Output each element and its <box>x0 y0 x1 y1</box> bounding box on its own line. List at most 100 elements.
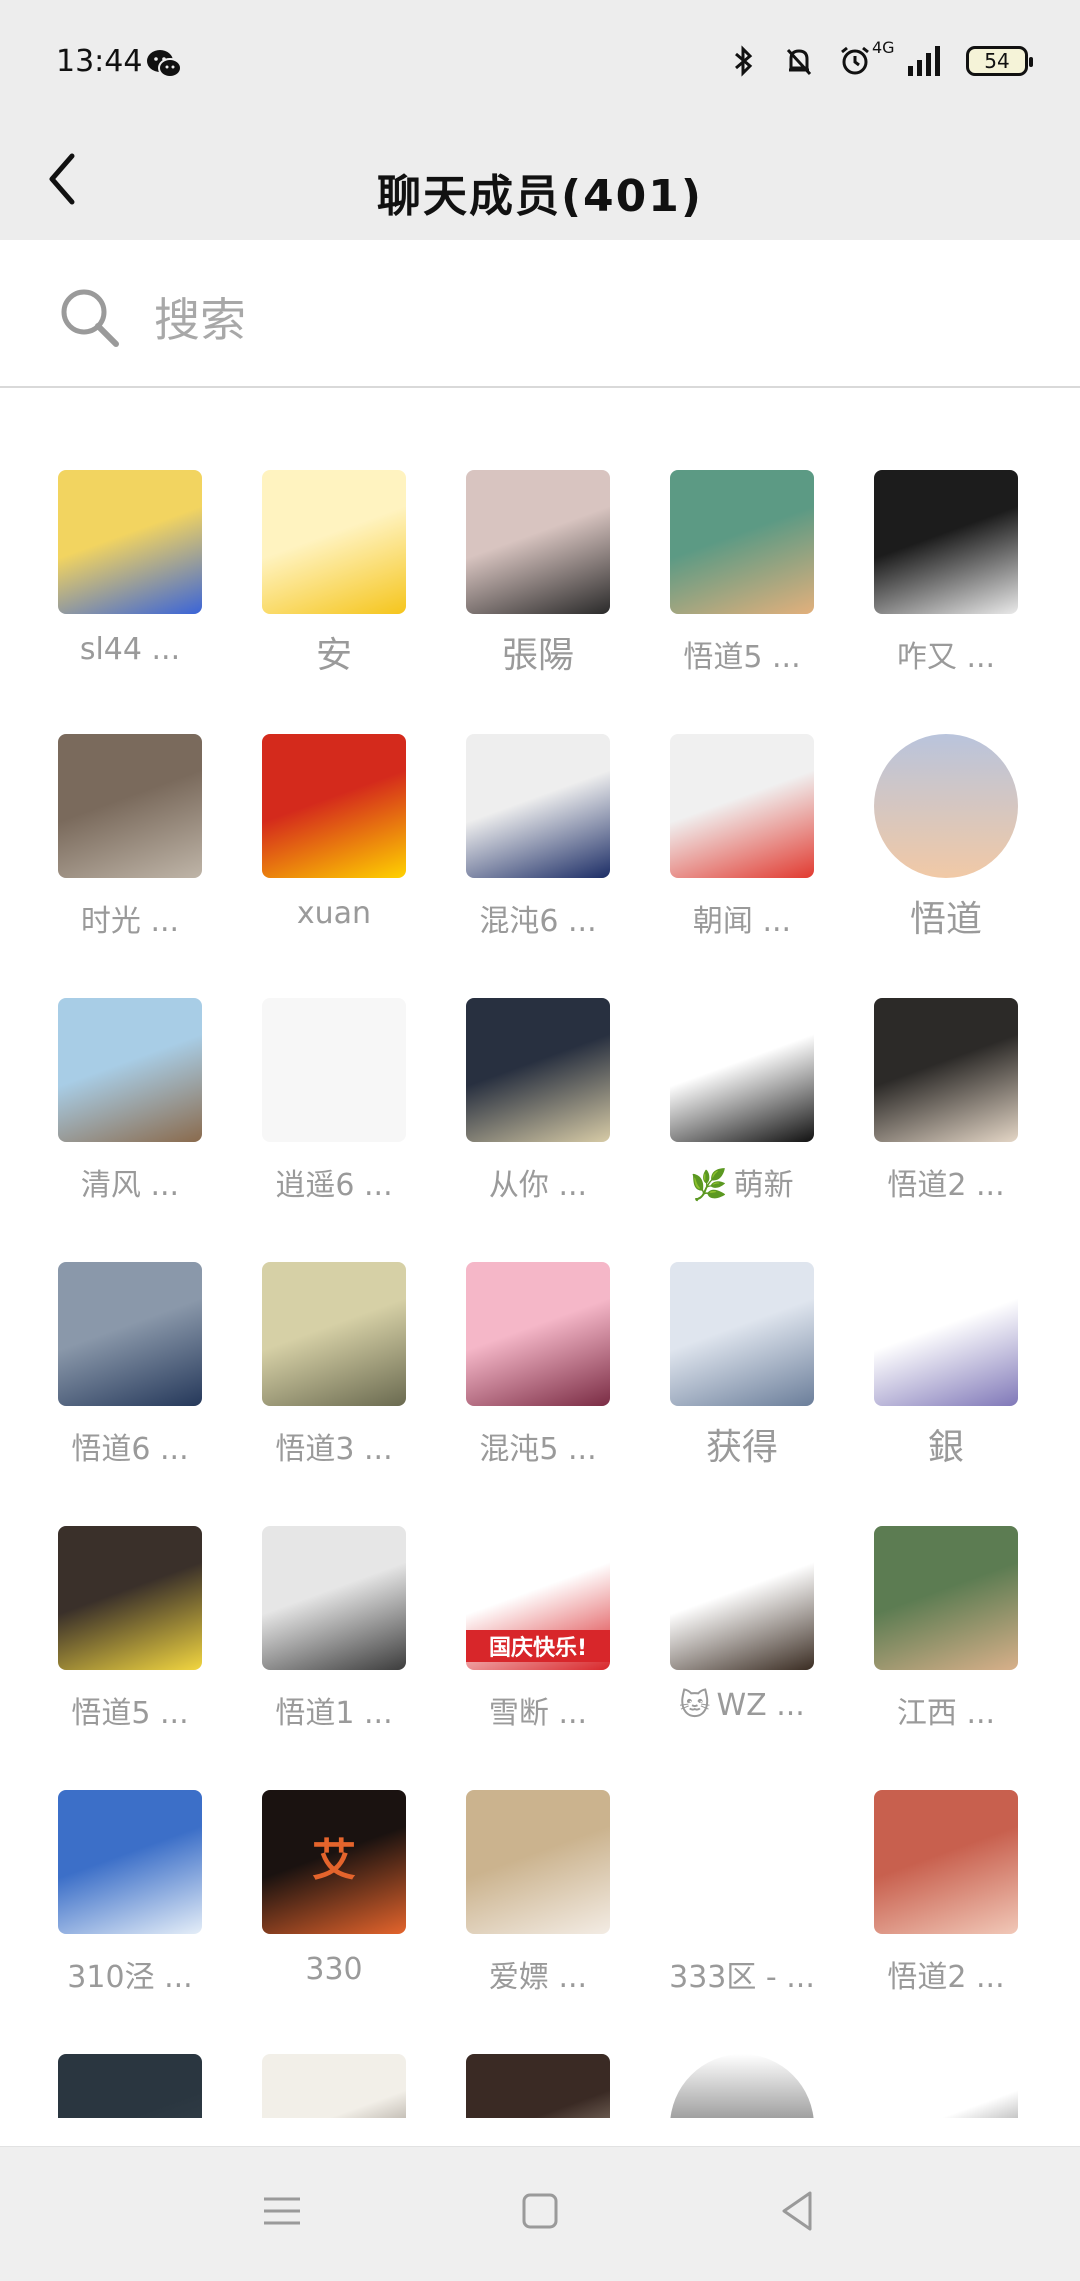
member-item[interactable]: xuan <box>232 734 436 994</box>
member-item[interactable]: 🌿 萌新 <box>640 998 844 1258</box>
avatar[interactable] <box>874 1790 1018 1934</box>
avatar[interactable] <box>262 470 406 614</box>
member-item[interactable]: 悟道5 ... <box>640 470 844 730</box>
avatar[interactable] <box>466 1790 610 1934</box>
member-item[interactable]: 悟道3 ... <box>232 1262 436 1522</box>
member-item[interactable]: 艾 330 <box>232 1790 436 2050</box>
avatar[interactable] <box>58 2054 202 2118</box>
emoji-icon: 🐱 <box>679 1688 711 1723</box>
member-item[interactable]: 时光 ... <box>28 734 232 994</box>
avatar[interactable] <box>670 1526 814 1670</box>
avatar[interactable] <box>58 1262 202 1406</box>
member-item[interactable]: 310泾 ... <box>28 1790 232 2050</box>
member-name-text: 混沌6 ... <box>479 904 597 939</box>
avatar[interactable] <box>58 1526 202 1670</box>
member-name: 悟道5 ... <box>28 1688 232 1732</box>
member-name: sl44 ... <box>28 632 232 667</box>
avatar[interactable]: 国庆快乐! <box>466 1526 610 1670</box>
avatar[interactable]: 艾 <box>262 1790 406 1934</box>
member-item[interactable] <box>844 2054 1048 2118</box>
avatar[interactable] <box>670 1262 814 1406</box>
member-name: 悟道 <box>844 890 1048 942</box>
avatar[interactable] <box>466 470 610 614</box>
member-item[interactable]: 逍遥6 ... <box>232 998 436 1258</box>
avatar[interactable] <box>262 2054 406 2118</box>
avatar[interactable] <box>262 734 406 878</box>
search-input[interactable]: 搜索 <box>154 284 246 350</box>
member-item[interactable]: 悟道6 ... <box>28 1262 232 1522</box>
member-name-text: 江西 ... <box>896 1696 996 1731</box>
member-item[interactable]: 国庆快乐! 雪断 ... <box>436 1526 640 1786</box>
member-item[interactable]: 从你 ... <box>436 998 640 1258</box>
avatar-text: 国庆快乐! <box>466 1630 610 1662</box>
avatar[interactable] <box>58 1790 202 1934</box>
member-item[interactable]: 混沌6 ... <box>436 734 640 994</box>
avatar[interactable] <box>466 2054 610 2118</box>
emoji-icon: 🌿 <box>690 1168 728 1203</box>
avatar[interactable] <box>262 1262 406 1406</box>
member-item[interactable]: 爱嫖 ... <box>436 1790 640 2050</box>
status-time: 13:44 <box>56 44 143 79</box>
member-item[interactable]: 悟道 <box>844 734 1048 994</box>
member-name-text: 逍遥6 ... <box>275 1168 393 1203</box>
member-item[interactable]: 悟道5 ... <box>28 1526 232 1786</box>
member-item[interactable]: 朝闻 ... <box>640 734 844 994</box>
avatar[interactable] <box>262 1526 406 1670</box>
member-name: 330 <box>232 1952 436 1987</box>
avatar[interactable] <box>874 998 1018 1142</box>
avatar[interactable] <box>874 470 1018 614</box>
home-square-icon[interactable] <box>516 2187 564 2235</box>
signal-icon: 4G <box>872 38 944 78</box>
avatar[interactable] <box>670 998 814 1142</box>
member-name-text: sl44 ... <box>79 632 181 667</box>
search-bar[interactable]: 搜索 <box>0 240 1080 388</box>
member-item[interactable]: 悟道2 ... <box>844 1790 1048 2050</box>
avatar[interactable] <box>466 1262 610 1406</box>
avatar[interactable] <box>670 470 814 614</box>
member-item[interactable]: 获得 <box>640 1262 844 1522</box>
member-item[interactable]: 咋又 ... <box>844 470 1048 730</box>
member-name: 混沌6 ... <box>436 896 640 940</box>
avatar[interactable] <box>874 2054 1018 2118</box>
member-name-text: xuan <box>296 896 372 931</box>
member-item[interactable]: 銀 <box>844 1262 1048 1522</box>
avatar[interactable] <box>466 998 610 1142</box>
member-item[interactable]: 333区 - ... <box>640 1790 844 2050</box>
avatar[interactable] <box>670 734 814 878</box>
member-item[interactable] <box>232 2054 436 2118</box>
mute-bell-icon <box>786 48 812 76</box>
member-item[interactable]: 江西 ... <box>844 1526 1048 1786</box>
member-item[interactable]: sl44 ... <box>28 470 232 730</box>
member-item[interactable]: 混沌5 ... <box>436 1262 640 1522</box>
member-name: 咋又 ... <box>844 632 1048 676</box>
back-triangle-icon[interactable] <box>774 2187 822 2235</box>
avatar[interactable] <box>58 734 202 878</box>
member-name-text: 悟道2 ... <box>887 1960 1005 1995</box>
avatar[interactable] <box>874 1262 1018 1406</box>
avatar[interactable] <box>874 734 1018 878</box>
member-item[interactable]: 清风 ... <box>28 998 232 1258</box>
member-item[interactable] <box>436 2054 640 2118</box>
member-item[interactable]: 🐱 WZ ... <box>640 1526 844 1786</box>
avatar[interactable] <box>670 2054 814 2118</box>
menu-icon[interactable] <box>258 2187 306 2235</box>
status-bar: 13:44 4G 54 <box>0 0 1080 120</box>
member-item[interactable]: 張陽 <box>436 470 640 730</box>
member-item[interactable]: 悟道2 ... <box>844 998 1048 1258</box>
member-item[interactable]: 悟道1 ... <box>232 1526 436 1786</box>
wechat-icon <box>147 50 182 78</box>
avatar[interactable] <box>58 470 202 614</box>
member-name-text: 安 <box>315 635 352 676</box>
avatar[interactable] <box>874 1526 1018 1670</box>
avatar[interactable] <box>58 998 202 1142</box>
member-name-text: 清风 ... <box>80 1168 180 1203</box>
member-item[interactable]: 安 <box>232 470 436 730</box>
avatar[interactable] <box>262 998 406 1142</box>
member-name: 雪断 ... <box>436 1688 640 1732</box>
avatar[interactable] <box>466 734 610 878</box>
avatar[interactable] <box>670 1790 814 1934</box>
title-bar: 聊天成员(401) <box>0 120 1080 240</box>
member-item[interactable] <box>640 2054 844 2118</box>
member-name-text: 朝闻 ... <box>692 904 792 939</box>
member-item[interactable] <box>28 2054 232 2118</box>
